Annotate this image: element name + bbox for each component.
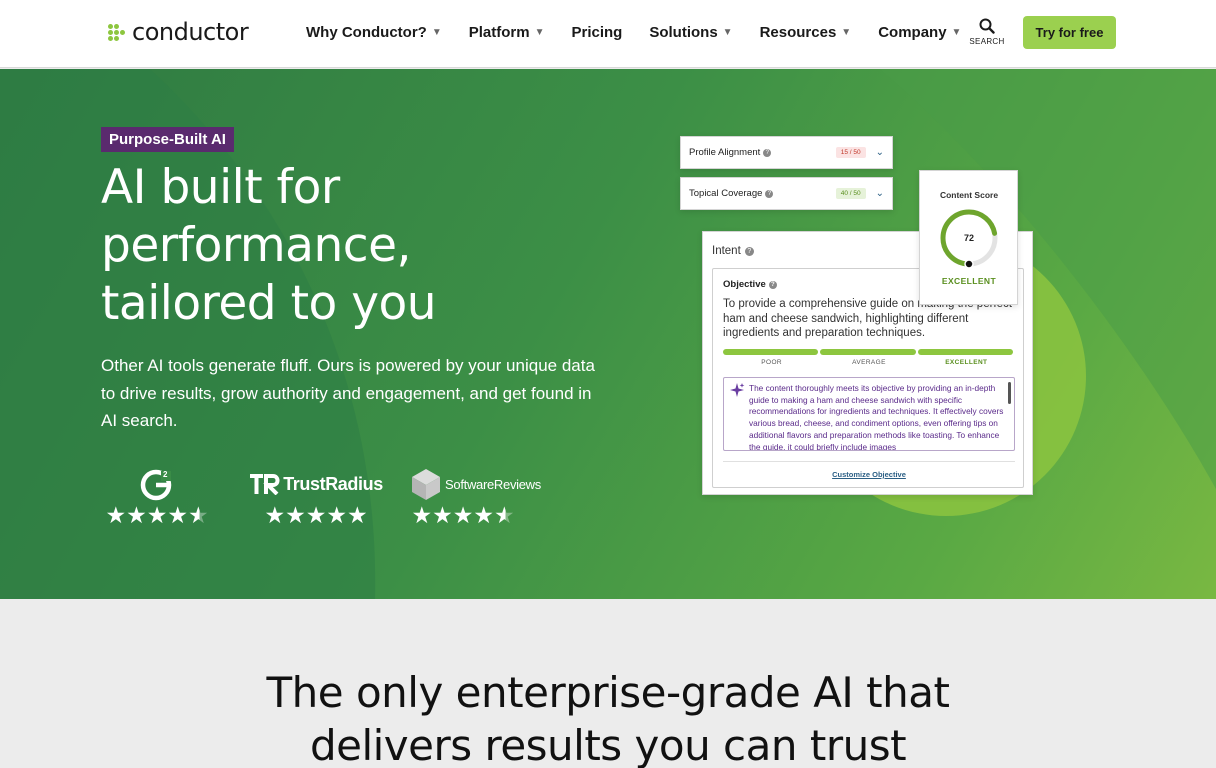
- purpose-built-badge: Purpose-Built AI: [101, 127, 234, 152]
- nav-label: Resources: [759, 23, 837, 41]
- caret-down-icon: ▼: [431, 26, 442, 38]
- conductor-logo[interactable]: conductor: [108, 18, 249, 46]
- scrollbar[interactable]: [1008, 382, 1011, 404]
- rating-g2[interactable]: 2 ★ ★ ★ ★ ★: [100, 467, 214, 527]
- scale-bar: [723, 349, 1015, 355]
- trustradius-logo: TrustRadius: [249, 467, 383, 501]
- nav-label: Why Conductor?: [306, 23, 427, 41]
- score-gauge: 72: [940, 209, 998, 269]
- trustradius-icon: [250, 474, 280, 495]
- svg-text:2: 2: [163, 470, 168, 479]
- star-rating: ★ ★ ★ ★ ★: [105, 502, 209, 528]
- content-score-title: Content Score: [939, 190, 999, 200]
- metric-profile-alignment[interactable]: Profile Alignment ? 15 / 50 ⌄: [680, 136, 893, 169]
- sparkle-icon: [730, 383, 745, 397]
- divider: [723, 461, 1015, 462]
- chevron-down-icon[interactable]: ⌄: [876, 188, 884, 199]
- nav-label: Platform: [468, 23, 530, 41]
- rating-softwarereviews[interactable]: SoftwareReviews ★ ★ ★ ★ ★: [405, 467, 545, 527]
- scale-label-average: AVERAGE: [852, 359, 886, 366]
- caret-down-icon: ▼: [841, 26, 852, 38]
- metric-label: Profile Alignment: [689, 147, 761, 158]
- star-rating: ★ ★ ★ ★ ★: [264, 502, 368, 528]
- objective-label-text: Objective: [723, 279, 766, 290]
- headline-line: AI built for: [101, 160, 340, 215]
- softwarereviews-cube-icon: [412, 469, 441, 500]
- nav-platform[interactable]: Platform ▼: [469, 22, 545, 42]
- metric-topical-coverage[interactable]: Topical Coverage ? 40 / 50 ⌄: [680, 177, 893, 210]
- help-icon: ?: [768, 280, 777, 289]
- trustradius-text: TrustRadius: [283, 473, 383, 494]
- intent-title-text: Intent: [712, 245, 741, 257]
- heading-line: delivers results you can trust: [309, 721, 907, 768]
- help-icon: ?: [744, 246, 754, 256]
- caret-down-icon: ▼: [951, 26, 962, 38]
- metric-score: 15 / 50: [835, 147, 866, 158]
- headline-line: performance,: [101, 218, 411, 273]
- help-icon: ?: [765, 189, 774, 198]
- content-score-card: Content Score 72 EXCELLENT: [919, 170, 1018, 305]
- headline-line: tailored to you: [101, 276, 437, 331]
- star-rating: ★ ★ ★ ★ ★: [411, 502, 515, 528]
- review-ratings: 2 ★ ★ ★ ★ ★ TrustRadius ★ ★ ★ ★ ★ Softwa…: [100, 467, 560, 531]
- nav-company[interactable]: Company ▼: [878, 22, 961, 42]
- customize-objective-link[interactable]: Customize Objective: [713, 470, 1025, 479]
- nav-resources[interactable]: Resources ▼: [760, 22, 852, 42]
- ai-feedback-text: The content thoroughly meets its objecti…: [749, 383, 1004, 451]
- search-icon: [979, 18, 995, 34]
- nav-label: Company: [878, 23, 947, 41]
- nav-why-conductor[interactable]: Why Conductor? ▼: [306, 22, 442, 42]
- try-for-free-button[interactable]: Try for free: [1023, 16, 1116, 49]
- logo-mark-icon: [108, 22, 128, 42]
- section-heading: The only enterprise-grade AI that delive…: [0, 666, 1216, 768]
- heading-line: The only enterprise-grade AI that: [266, 668, 950, 717]
- softwarereviews-text: SoftwareReviews: [445, 476, 541, 492]
- site-header: conductor Why Conductor? ▼ Platform ▼ Pr…: [0, 0, 1216, 68]
- g2-logo: 2: [140, 467, 174, 501]
- caret-down-icon: ▼: [534, 26, 545, 38]
- search-label: SEARCH: [969, 37, 1005, 46]
- hero-headline: AI built for performance, tailored to yo…: [101, 159, 571, 333]
- softwarereviews-logo: SoftwareReviews: [409, 467, 541, 501]
- quality-scale: POOR AVERAGE EXCELLENT: [723, 349, 1015, 366]
- caret-down-icon: ▼: [722, 26, 733, 38]
- hero-subtext: Other AI tools generate fluff. Ours is p…: [101, 356, 595, 430]
- nav-solutions[interactable]: Solutions ▼: [649, 22, 732, 42]
- scale-label-excellent: EXCELLENT: [945, 359, 988, 366]
- search-button[interactable]: SEARCH: [967, 18, 1007, 46]
- scale-label-poor: POOR: [761, 359, 783, 366]
- g2-icon: 2: [140, 469, 172, 501]
- nav-pricing[interactable]: Pricing: [571, 22, 622, 42]
- help-icon: ?: [763, 148, 772, 157]
- logo-text: conductor: [132, 18, 249, 46]
- intent-title: Intent ?: [712, 245, 754, 257]
- rating-trustradius[interactable]: TrustRadius ★ ★ ★ ★ ★: [249, 467, 383, 528]
- nav-label: Pricing: [571, 23, 623, 41]
- hero-section: Purpose-Built AI AI built for performanc…: [0, 69, 1216, 599]
- chevron-down-icon[interactable]: ⌄: [876, 147, 884, 158]
- score-value: 72: [964, 233, 974, 243]
- metric-score: 40 / 50: [835, 188, 866, 199]
- main-nav: Why Conductor? ▼ Platform ▼ Pricing Solu…: [306, 22, 988, 42]
- nav-label: Solutions: [649, 23, 718, 41]
- score-rating: EXCELLENT: [941, 276, 997, 286]
- metric-label: Topical Coverage: [689, 188, 763, 199]
- ai-feedback-box[interactable]: The content thoroughly meets its objecti…: [723, 377, 1015, 451]
- objective-label: Objective ?: [723, 279, 777, 290]
